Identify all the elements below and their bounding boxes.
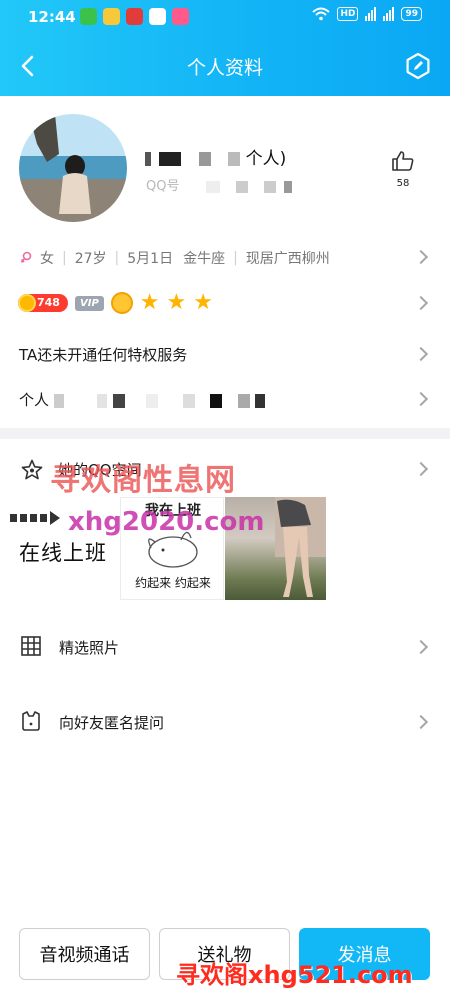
chevron-right-icon bbox=[413, 639, 429, 655]
coin-icon bbox=[18, 294, 36, 312]
star-level-icon: ★ bbox=[193, 290, 213, 315]
star-outline-icon bbox=[21, 459, 43, 480]
basic-info-row[interactable]: 女 | 27岁 | 5月1日 金牛座 | 现居广西柳州 bbox=[20, 246, 440, 270]
chevron-right-icon bbox=[413, 461, 429, 477]
qq-redacted bbox=[263, 180, 276, 193]
qq-prefix: QQ号 bbox=[146, 179, 180, 194]
coin-badge: 748 bbox=[18, 294, 68, 312]
weibo-notification-icon bbox=[103, 8, 120, 25]
level-badges[interactable]: 748 VIP ★ ★ ★ bbox=[18, 292, 213, 314]
birthday: 5月1日 bbox=[127, 251, 174, 267]
section-divider bbox=[0, 428, 450, 439]
send-gift-button[interactable]: 送礼物 bbox=[159, 928, 290, 980]
chevron-right-icon bbox=[413, 346, 429, 362]
chevron-right-icon bbox=[413, 295, 429, 311]
crown-level-icon bbox=[110, 292, 133, 314]
thumbs-up-icon bbox=[392, 151, 414, 171]
post-photo-figure bbox=[275, 497, 326, 597]
qq-space-row[interactable]: 她的QQ空间 bbox=[0, 450, 450, 490]
female-icon bbox=[20, 251, 32, 263]
header: 12:44 HD 99 个人资料 bbox=[0, 0, 450, 96]
nickname: 个人) bbox=[145, 144, 287, 169]
star-level-icon: ★ bbox=[139, 290, 160, 315]
nav-bar: 个人资料 bbox=[0, 38, 450, 94]
news-notification-icon bbox=[126, 8, 143, 25]
app-notification-icon bbox=[80, 8, 97, 25]
signature-redacted bbox=[96, 393, 107, 408]
meme-caption-top: 我在上班 bbox=[145, 503, 201, 519]
battery-indicator: 99 bbox=[401, 7, 422, 21]
chevron-right-icon bbox=[413, 714, 429, 730]
vip-badge: VIP bbox=[75, 295, 104, 311]
arrow-icon bbox=[10, 511, 60, 525]
meme-image: 我在上班 约起来 约起来 bbox=[120, 497, 224, 600]
featured-photos-row[interactable]: 精选照片 bbox=[0, 627, 450, 667]
anonymous-question-icon bbox=[22, 711, 40, 731]
location: 现居广西柳州 bbox=[245, 251, 330, 267]
star-level-icon: ★ bbox=[166, 290, 187, 315]
signature-redacted bbox=[209, 393, 222, 408]
zodiac: 金牛座 bbox=[183, 251, 226, 267]
signature-label: 个人 bbox=[19, 391, 50, 409]
status-right: HD 99 bbox=[312, 7, 422, 21]
meme-caption-bottom: 约起来 约起来 bbox=[135, 576, 211, 590]
post-text: 在线上班 bbox=[19, 541, 107, 565]
space-post-preview[interactable]: 在线上班 我在上班 约起来 约起来 bbox=[0, 497, 450, 601]
signature-redacted bbox=[238, 393, 251, 408]
nickname-redacted bbox=[228, 152, 241, 166]
signature-redacted bbox=[255, 393, 266, 408]
nickname-redacted bbox=[198, 152, 211, 166]
qq-redacted bbox=[235, 180, 248, 193]
like-count: 58 bbox=[396, 178, 410, 189]
coin-count: 748 bbox=[37, 296, 60, 309]
nickname-redacted bbox=[159, 152, 182, 166]
nickname-redacted bbox=[145, 152, 151, 166]
qq-space-label: 她的QQ空间 bbox=[58, 461, 142, 479]
browser-notification-icon bbox=[149, 8, 166, 25]
shop-notification-icon bbox=[172, 8, 189, 25]
send-message-button[interactable]: 发消息 bbox=[299, 928, 430, 980]
signal-icon bbox=[365, 7, 377, 21]
notification-icons bbox=[80, 8, 189, 25]
signature-redacted bbox=[113, 393, 126, 408]
edit-profile-icon[interactable] bbox=[404, 52, 432, 80]
avatar[interactable] bbox=[19, 114, 127, 222]
profile-page: 12:44 HD 99 个人资料 个人) QQ号 58 女 | 27岁 | 5月… bbox=[0, 0, 450, 1000]
grid-icon bbox=[21, 636, 41, 656]
gender: 女 bbox=[40, 251, 54, 267]
signature-row[interactable]: 个人 bbox=[19, 389, 266, 410]
qq-redacted bbox=[205, 180, 220, 193]
nickname-suffix: 个人) bbox=[245, 149, 287, 169]
chevron-right-icon bbox=[413, 391, 429, 407]
status-bar: 12:44 HD 99 bbox=[0, 0, 450, 34]
avatar-photo bbox=[19, 114, 127, 222]
qq-redacted bbox=[284, 180, 293, 193]
qq-number: QQ号 bbox=[146, 175, 293, 194]
signature-redacted bbox=[182, 393, 195, 408]
privilege-status[interactable]: TA还未开通任何特权服务 bbox=[19, 344, 187, 365]
status-time: 12:44 bbox=[28, 8, 76, 26]
post-photo bbox=[225, 497, 326, 600]
hd-indicator: HD bbox=[337, 7, 359, 21]
featured-photos-label: 精选照片 bbox=[59, 639, 120, 657]
video-call-button[interactable]: 音视频通话 bbox=[19, 928, 150, 980]
signature-redacted bbox=[146, 393, 159, 408]
rabbit-drawing bbox=[148, 531, 198, 568]
wifi-icon bbox=[312, 7, 331, 21]
signal-icon-2 bbox=[383, 7, 395, 21]
page-title: 个人资料 bbox=[186, 57, 263, 79]
like-button[interactable]: 58 bbox=[388, 150, 418, 189]
anonymous-question-label: 向好友匿名提问 bbox=[59, 714, 165, 732]
anonymous-question-row[interactable]: 向好友匿名提问 bbox=[0, 702, 450, 742]
signature-redacted bbox=[53, 393, 64, 408]
age: 27岁 bbox=[74, 251, 107, 267]
